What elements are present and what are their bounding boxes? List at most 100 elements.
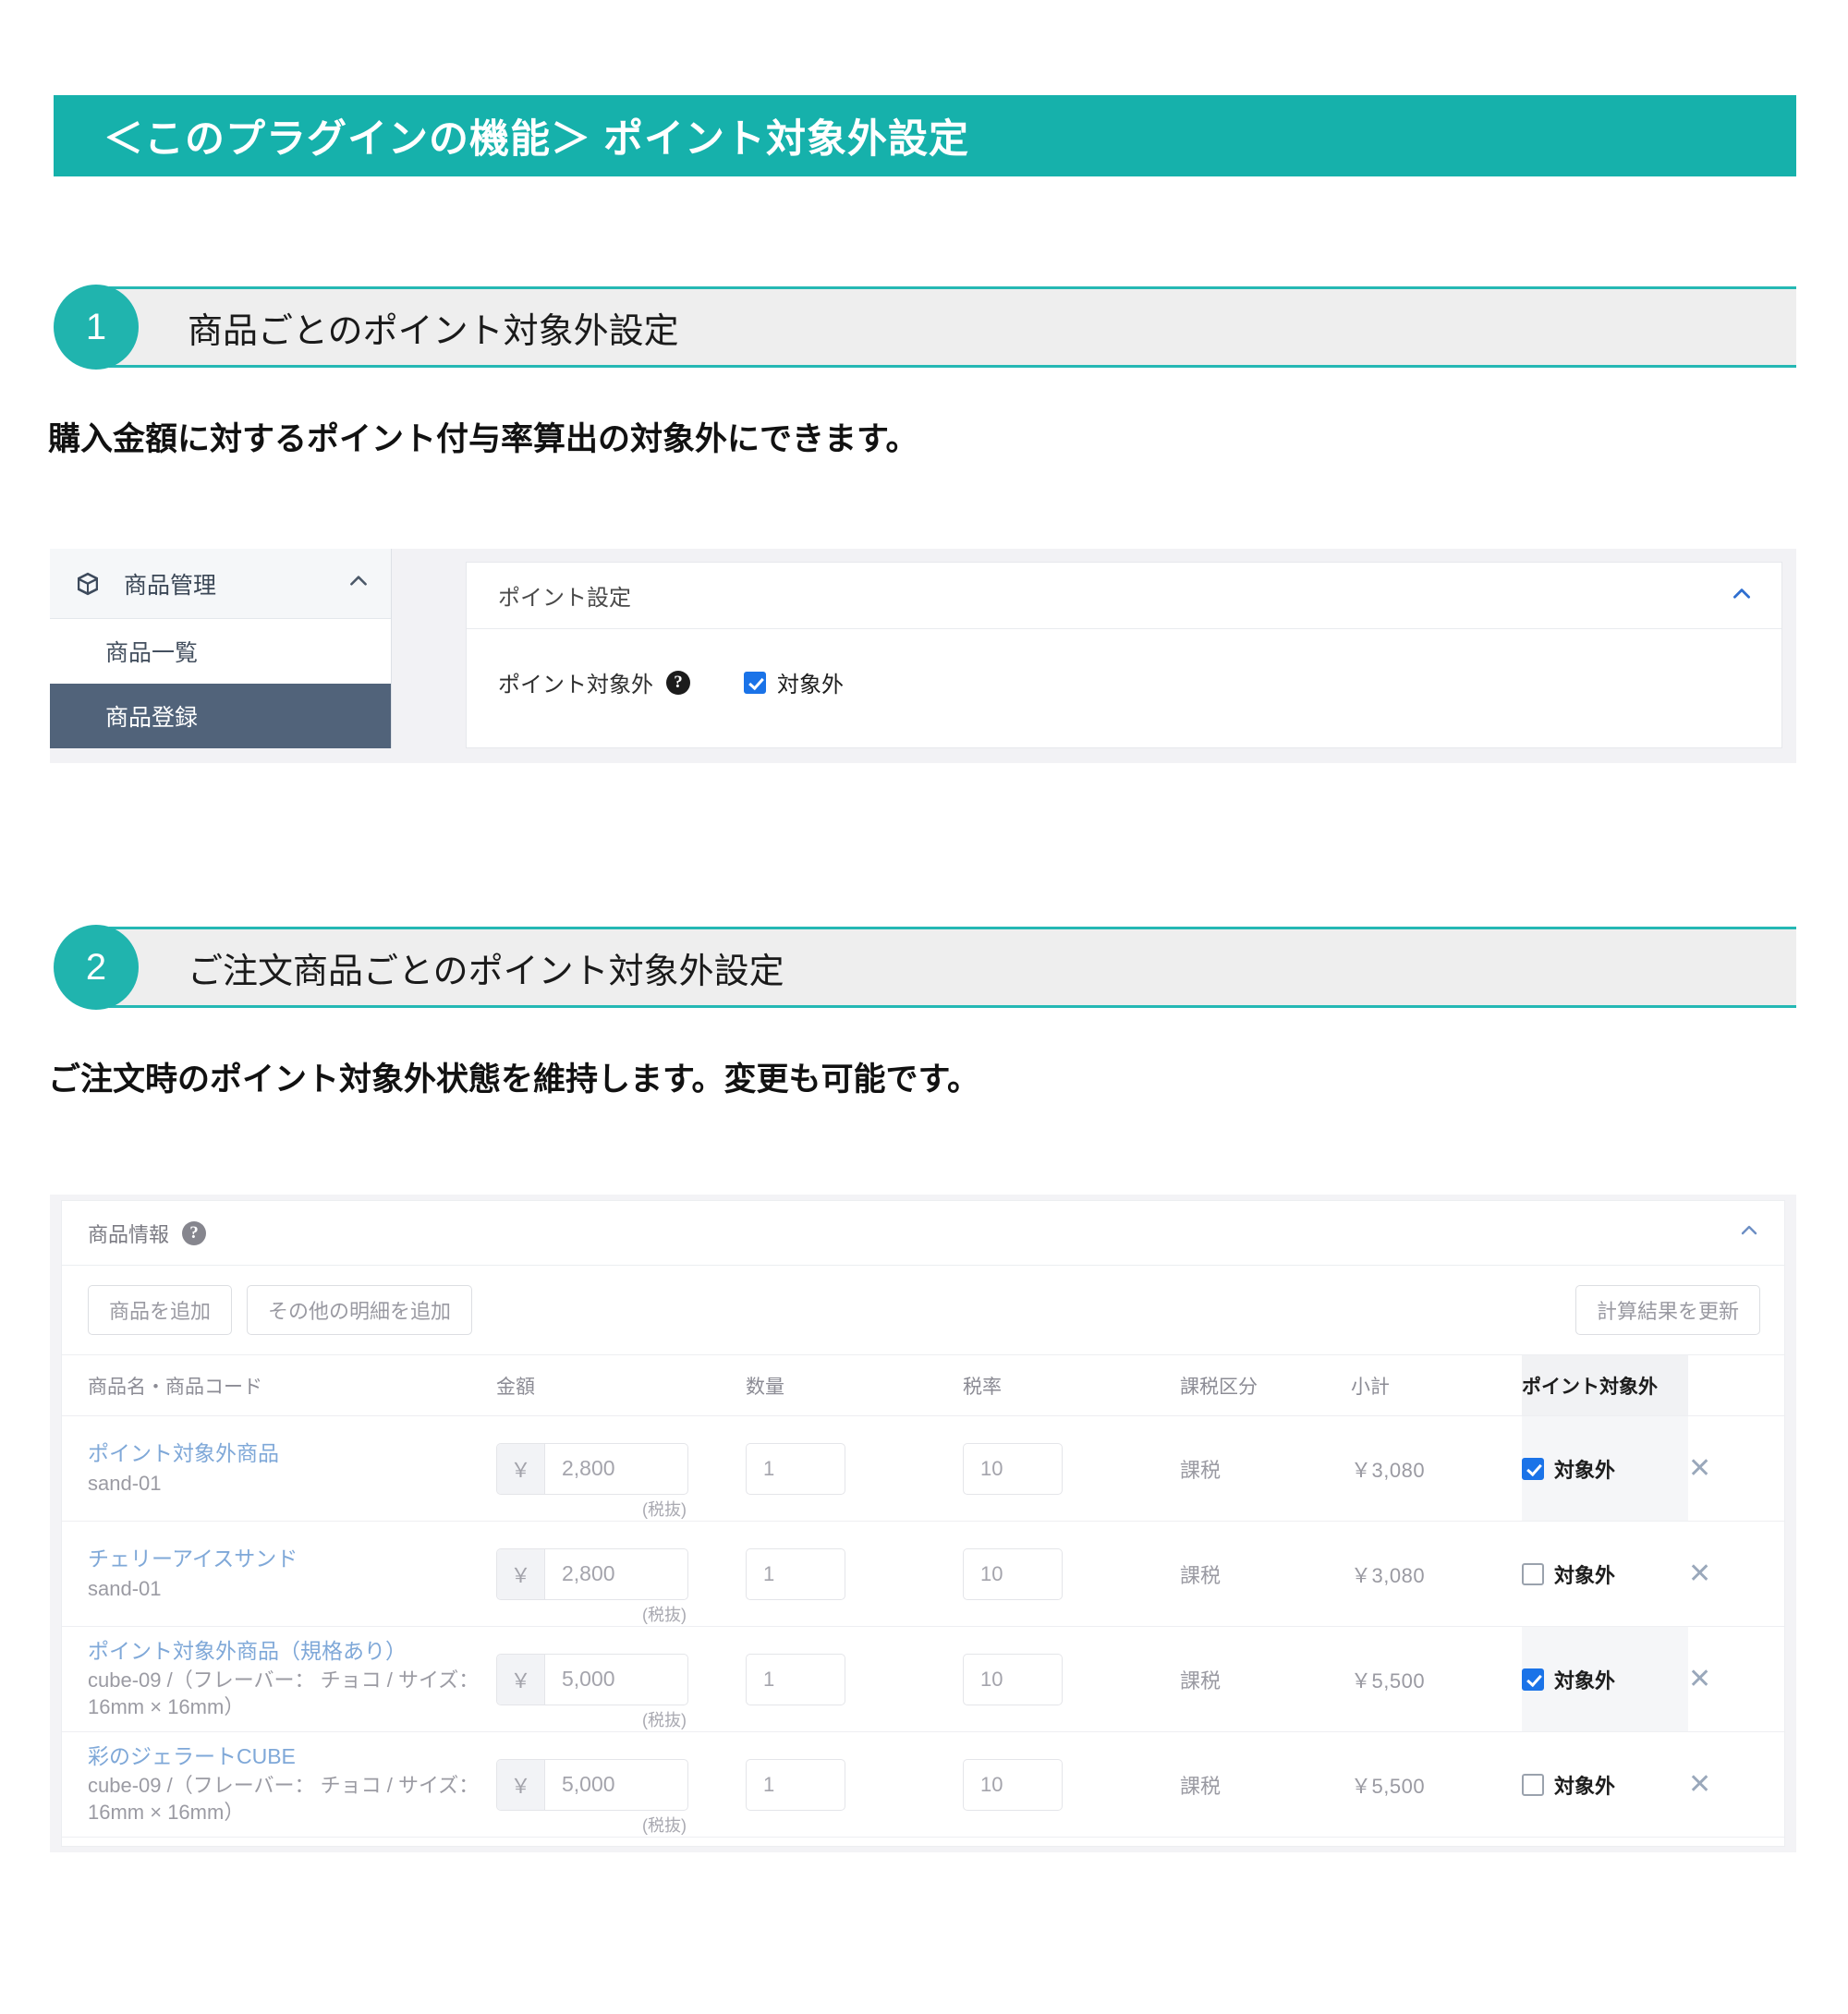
- point-exclusion-checkbox[interactable]: [744, 671, 766, 694]
- product-name-link[interactable]: チェリーアイスサンド: [88, 1546, 496, 1572]
- point-exclusion-checkbox[interactable]: [1522, 1773, 1544, 1796]
- product-info-panel: 商品情報 ? 商品を追加 その他の明細を追加 計算結果を更新 商品名・商品コード…: [61, 1200, 1785, 1847]
- section-header-2: 2 ご注文商品ごとのポイント対象外設定: [54, 925, 1796, 1010]
- cell-tax-class: 課税: [1180, 1415, 1351, 1522]
- table-body: ポイント対象外商品 sand-01 ￥ 2,800 (税抜) 1 10 課税 ￥…: [62, 1415, 1784, 1838]
- price-value: 5,000: [562, 1667, 615, 1691]
- point-exclusion-checkbox-row[interactable]: 対象外: [1522, 1770, 1688, 1800]
- tax-rate-input[interactable]: 10: [963, 1547, 1063, 1600]
- close-icon[interactable]: ✕: [1688, 1770, 1711, 1799]
- cell-price: ￥ 2,800 (税抜): [496, 1415, 746, 1522]
- currency-symbol: ￥: [497, 1654, 545, 1705]
- add-other-detail-button[interactable]: その他の明細を追加: [247, 1285, 473, 1335]
- quantity-input[interactable]: 1: [746, 1653, 845, 1705]
- tax-excluded-note: (税抜): [642, 1710, 687, 1729]
- cell-tax-class: 課税: [1180, 1521, 1351, 1627]
- chevron-up-icon[interactable]: [1738, 1219, 1760, 1246]
- cell-subtotal: ￥5,500: [1351, 1626, 1522, 1732]
- point-exclusion-checkbox[interactable]: [1522, 1457, 1544, 1480]
- product-name-link[interactable]: 彩のジェラートCUBE: [88, 1743, 496, 1770]
- point-settings-panel: ポイント設定 ポイント対象外 ? 対象外: [466, 562, 1782, 748]
- quantity-input[interactable]: 1: [746, 1547, 845, 1600]
- cube-icon: [74, 570, 102, 598]
- point-exclusion-checkbox[interactable]: [1522, 1668, 1544, 1691]
- cell-tax-rate: 10: [963, 1731, 1180, 1838]
- section-header-1: 1 商品ごとのポイント対象外設定: [54, 285, 1796, 370]
- sidebar-item-product-register[interactable]: 商品登録: [50, 684, 391, 748]
- column-header-delete: [1688, 1354, 1784, 1416]
- product-info-title: 商品情報 ?: [88, 1219, 207, 1248]
- tax-class-value: 課税: [1180, 1774, 1222, 1798]
- point-exclusion-label: 対象外: [1554, 1774, 1616, 1798]
- chevron-up-icon[interactable]: [346, 569, 371, 598]
- quantity-input[interactable]: 1: [746, 1442, 845, 1495]
- product-table-toolbar: 商品を追加 その他の明細を追加 計算結果を更新: [62, 1266, 1784, 1354]
- cell-product-name: ポイント対象外商品 sand-01: [62, 1415, 496, 1522]
- currency-symbol: ￥: [497, 1548, 545, 1599]
- section-description-2: ご注文時のポイント対象外状態を維持します。変更も可能です。: [48, 1062, 980, 1098]
- product-info-header[interactable]: 商品情報 ?: [62, 1201, 1784, 1266]
- cell-tax-rate: 10: [963, 1415, 1180, 1522]
- tax-rate-input[interactable]: 10: [963, 1758, 1063, 1811]
- chevron-up-icon[interactable]: [1730, 582, 1754, 610]
- tax-class-value: 課税: [1180, 1668, 1222, 1692]
- section-number-badge: 1: [54, 285, 139, 370]
- product-name-link[interactable]: ポイント対象外商品: [88, 1440, 496, 1467]
- table-row: 彩のジェラートCUBE cube-09 /（フレーバー： チョコ / サイズ： …: [62, 1731, 1784, 1838]
- screenshot-product-registration: 商品管理 商品一覧 商品登録 ポイント設定 ポイント対象外 ? 対象外: [50, 549, 1796, 763]
- admin-sidebar: 商品管理 商品一覧 商品登録: [50, 549, 392, 748]
- table-row: ポイント対象外商品 sand-01 ￥ 2,800 (税抜) 1 10 課税 ￥…: [62, 1415, 1784, 1522]
- point-exclusion-checkbox[interactable]: [1522, 1562, 1544, 1585]
- cell-delete: ✕: [1688, 1521, 1784, 1627]
- sidebar-item-label: 商品登録: [105, 705, 199, 731]
- tax-rate-input[interactable]: 10: [963, 1653, 1063, 1705]
- point-exclusion-label: 対象外: [1554, 1458, 1616, 1482]
- tax-class-value: 課税: [1180, 1563, 1222, 1587]
- price-input[interactable]: ￥ 5,000: [496, 1758, 688, 1811]
- cell-point-exclusion: 対象外: [1522, 1415, 1688, 1522]
- table-header-row: 商品名・商品コード 金額 数量 税率 課税区分 小計 ポイント対象外: [62, 1354, 1784, 1416]
- page-banner: ＜このプラグインの機能＞ ポイント対象外設定: [54, 95, 1796, 176]
- tax-excluded-note: (税抜): [642, 1815, 687, 1835]
- cell-tax-class: 課税: [1180, 1731, 1351, 1838]
- product-info-title-text: 商品情報: [88, 1222, 170, 1246]
- product-code: cube-09 /（フレーバー： チョコ / サイズ： 16mm × 16mm）: [88, 1774, 480, 1824]
- price-input[interactable]: ￥ 2,800: [496, 1442, 688, 1495]
- subtotal-value: ￥5,500: [1351, 1668, 1426, 1692]
- tax-rate-input[interactable]: 10: [963, 1442, 1063, 1495]
- point-exclusion-checkbox-row[interactable]: 対象外: [1522, 1665, 1688, 1694]
- section-title: 商品ごとのポイント対象外設定: [188, 311, 679, 351]
- point-exclusion-checkbox-row[interactable]: 対象外: [1522, 1454, 1688, 1484]
- add-product-button[interactable]: 商品を追加: [88, 1285, 233, 1335]
- cell-product-name: ポイント対象外商品（規格あり） cube-09 /（フレーバー： チョコ / サ…: [62, 1626, 496, 1732]
- price-input[interactable]: ￥ 2,800: [496, 1547, 688, 1600]
- screenshot-order-detail: 商品情報 ? 商品を追加 その他の明細を追加 計算結果を更新 商品名・商品コード…: [50, 1195, 1796, 1852]
- price-value: 5,000: [562, 1772, 615, 1796]
- cell-delete: ✕: [1688, 1626, 1784, 1732]
- close-icon[interactable]: ✕: [1688, 1454, 1711, 1483]
- point-exclusion-checkbox-row[interactable]: 対象外: [1522, 1559, 1688, 1589]
- currency-symbol: ￥: [497, 1443, 545, 1494]
- cell-quantity: 1: [746, 1415, 963, 1522]
- price-input[interactable]: ￥ 5,000: [496, 1653, 688, 1705]
- tax-excluded-note: (税抜): [642, 1605, 687, 1624]
- question-mark-icon[interactable]: ?: [182, 1220, 207, 1245]
- quantity-input[interactable]: 1: [746, 1758, 845, 1811]
- column-header-product-name: 商品名・商品コード: [62, 1354, 496, 1416]
- recalculate-button[interactable]: 計算結果を更新: [1574, 1285, 1760, 1335]
- point-exclusion-checkbox-row[interactable]: 対象外: [744, 666, 844, 698]
- close-icon[interactable]: ✕: [1688, 1665, 1711, 1693]
- product-name-link[interactable]: ポイント対象外商品（規格あり）: [88, 1638, 496, 1665]
- point-settings-body: ポイント対象外 ? 対象外: [467, 629, 1781, 698]
- question-mark-icon[interactable]: ?: [666, 670, 690, 695]
- cell-point-exclusion: 対象外: [1522, 1626, 1688, 1732]
- cell-price: ￥ 5,000 (税抜): [496, 1626, 746, 1732]
- point-settings-header[interactable]: ポイント設定: [467, 563, 1781, 629]
- sidebar-group-product-management[interactable]: 商品管理: [50, 549, 391, 619]
- table-header: 商品名・商品コード 金額 数量 税率 課税区分 小計 ポイント対象外: [62, 1354, 1784, 1416]
- field-label-text: ポイント対象外: [498, 673, 653, 698]
- section-description-1: 購入金額に対するポイント付与率算出の対象外にできます。: [48, 421, 918, 457]
- sidebar-item-product-list[interactable]: 商品一覧: [50, 619, 391, 684]
- cell-point-exclusion: 対象外: [1522, 1521, 1688, 1627]
- close-icon[interactable]: ✕: [1688, 1559, 1711, 1588]
